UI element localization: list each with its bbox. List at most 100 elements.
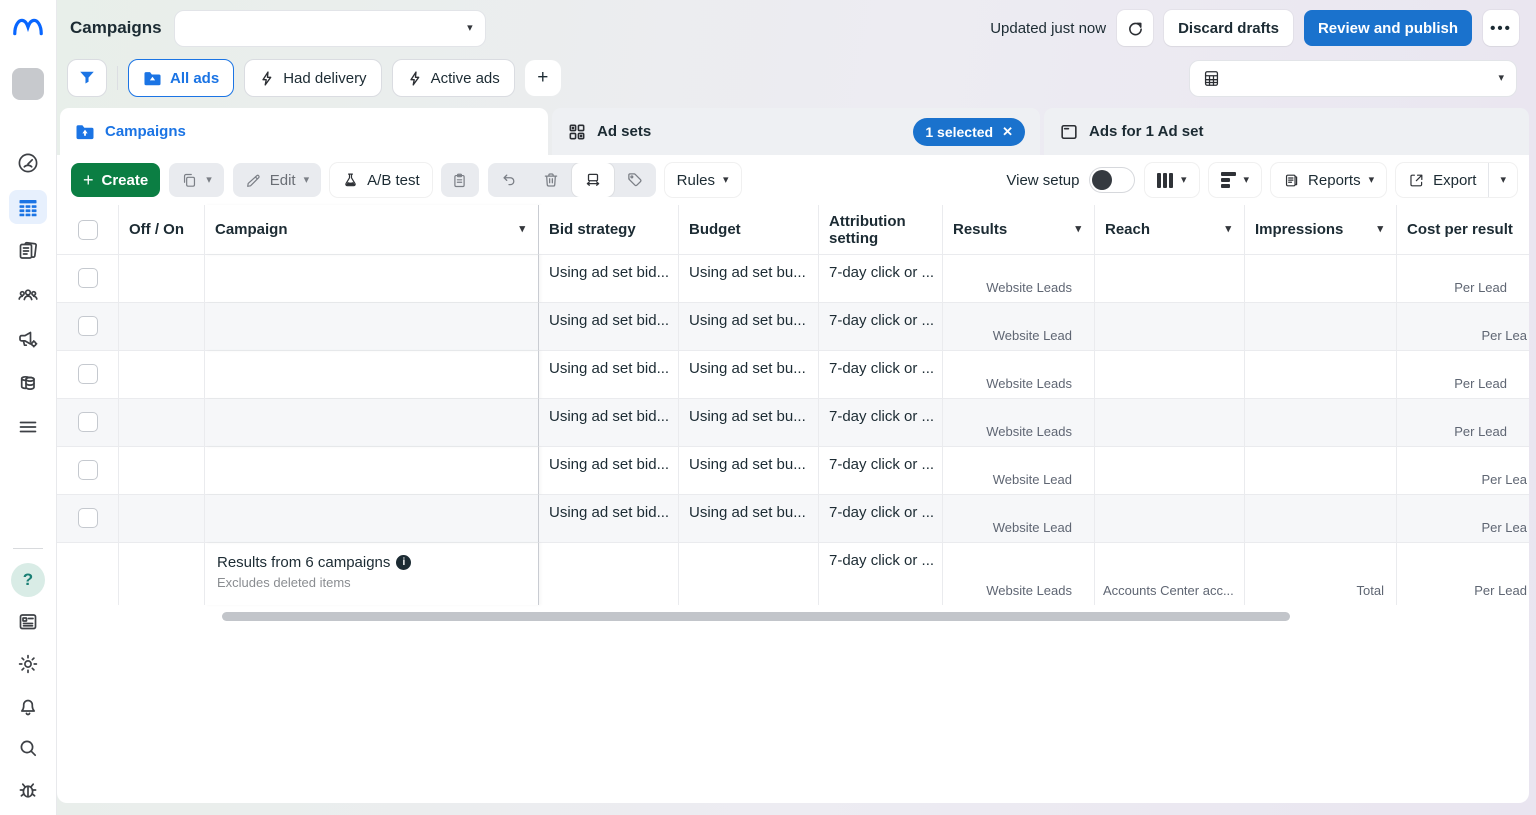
sidebar-item-ads-manager[interactable] <box>9 190 47 224</box>
sidebar-item-search[interactable] <box>9 731 47 765</box>
page-title: Campaigns <box>70 18 162 38</box>
row-checkbox[interactable] <box>78 316 98 336</box>
cell-attribution: 7-day click or ... <box>819 303 943 351</box>
cell-budget: Using ad set bu... <box>679 303 819 351</box>
table-row[interactable]: Using ad set bid... Using ad set bu... 7… <box>57 255 1529 303</box>
delete-button[interactable] <box>530 163 572 197</box>
cell-off-on[interactable] <box>119 255 205 303</box>
filter-bar: All ads Had delivery Active ads + ▾ <box>57 56 1529 100</box>
column-header-results[interactable]: Results ▾ <box>943 205 1095 255</box>
view-setup-toggle[interactable] <box>1089 167 1135 193</box>
refresh-button[interactable] <box>1117 10 1153 46</box>
sidebar-item-pages[interactable] <box>9 234 47 268</box>
info-icon[interactable]: i <box>396 555 411 570</box>
cell-off-on[interactable] <box>119 495 205 543</box>
cell-campaign[interactable] <box>205 303 539 351</box>
tab-campaigns[interactable]: Campaigns <box>60 108 548 155</box>
cell-off-on[interactable] <box>119 351 205 399</box>
chevron-down-icon: ▾ <box>467 23 473 34</box>
edit-button[interactable]: Edit ▾ <box>233 163 321 197</box>
column-header-campaign[interactable]: Campaign ▾ <box>205 205 539 255</box>
column-header-reach[interactable]: Reach ▾ <box>1095 205 1245 255</box>
view-setup-control: View setup <box>1006 167 1135 193</box>
megaphone-icon <box>16 327 40 351</box>
cell-campaign[interactable] <box>205 351 539 399</box>
column-header-attribution[interactable]: Attribution setting <box>819 205 943 255</box>
cell-off-on[interactable] <box>119 447 205 495</box>
export-button[interactable]: Export <box>1396 163 1488 197</box>
sidebar-item-updates[interactable] <box>9 605 47 639</box>
column-header-bid-strategy[interactable]: Bid strategy <box>539 205 679 255</box>
cell-off-on[interactable] <box>119 399 205 447</box>
pages-icon <box>16 239 40 263</box>
row-checkbox[interactable] <box>78 268 98 288</box>
sidebar-item-overview[interactable] <box>9 146 47 180</box>
create-button[interactable]: + Create <box>71 163 160 197</box>
sidebar-item-audiences[interactable] <box>9 278 47 312</box>
row-checkbox[interactable] <box>78 364 98 384</box>
cell-campaign[interactable] <box>205 447 539 495</box>
divider <box>117 66 118 90</box>
updated-status: Updated just now <box>990 20 1106 37</box>
discard-drafts-button[interactable]: Discard drafts <box>1164 10 1293 46</box>
column-label: Reach <box>1105 221 1150 238</box>
table-row[interactable]: Using ad set bid... Using ad set bu... 7… <box>57 447 1529 495</box>
meta-logo-icon[interactable] <box>11 12 45 42</box>
cell-bid-strategy: Using ad set bid... <box>539 303 679 351</box>
table-row[interactable]: Using ad set bid... Using ad set bu... 7… <box>57 303 1529 351</box>
rules-button[interactable]: Rules ▾ <box>665 163 741 197</box>
filters-button[interactable] <box>67 59 107 97</box>
columns-button[interactable]: ▾ <box>1145 163 1198 197</box>
ab-test-button[interactable]: A/B test <box>330 163 432 197</box>
sidebar-item-all-tools[interactable] <box>9 410 47 444</box>
campaign-scope-select[interactable]: ▾ <box>174 10 486 47</box>
sidebar-item-settings[interactable] <box>9 647 47 681</box>
column-header-off-on[interactable]: Off / On <box>119 205 205 255</box>
sidebar-item-notifications[interactable] <box>9 689 47 723</box>
sidebar-item-ads[interactable] <box>9 322 47 356</box>
sidebar-item-report-bug[interactable] <box>9 773 47 807</box>
column-header-budget[interactable]: Budget <box>679 205 819 255</box>
create-label: Create <box>102 172 149 189</box>
add-filter-tab-button[interactable]: + <box>525 60 561 96</box>
reports-button[interactable]: Reports ▾ <box>1271 163 1386 197</box>
tab-ads[interactable]: Ads for 1 Ad set <box>1044 108 1529 155</box>
filter-tab-all-ads[interactable]: All ads <box>128 59 234 97</box>
filter-tab-had-delivery[interactable]: Had delivery <box>244 59 381 97</box>
tab-ad-sets[interactable]: Ad sets 1 selected ✕ <box>552 108 1040 155</box>
column-header-cost-per-result[interactable]: Cost per result <box>1397 205 1529 255</box>
tag-button[interactable] <box>614 163 656 197</box>
table-row[interactable]: Using ad set bid... Using ad set bu... 7… <box>57 351 1529 399</box>
help-button[interactable]: ? <box>11 563 45 597</box>
row-checkbox[interactable] <box>78 508 98 528</box>
cell-campaign[interactable] <box>205 495 539 543</box>
filter-tab-active-ads[interactable]: Active ads <box>392 59 515 97</box>
row-checkbox[interactable] <box>78 460 98 480</box>
selected-count-badge[interactable]: 1 selected ✕ <box>913 118 1025 146</box>
review-and-publish-button[interactable]: Review and publish <box>1304 10 1472 46</box>
paste-button[interactable] <box>441 163 479 197</box>
column-header-impressions[interactable]: Impressions ▾ <box>1245 205 1397 255</box>
cell-impressions <box>1245 351 1397 399</box>
close-icon[interactable]: ✕ <box>1002 124 1013 140</box>
preview-button[interactable] <box>572 163 614 197</box>
more-options-button[interactable]: ••• <box>1483 10 1519 46</box>
breakdown-button[interactable]: ▾ <box>1209 163 1262 197</box>
export-options-button[interactable]: ▾ <box>1488 163 1517 197</box>
ad-sets-grid-icon <box>567 122 587 142</box>
horizontal-scrollbar[interactable] <box>222 612 1290 621</box>
sidebar-item-billing[interactable] <box>9 366 47 400</box>
summary-reach: Accounts Center acc... <box>1095 543 1245 605</box>
cell-off-on[interactable] <box>119 303 205 351</box>
row-checkbox[interactable] <box>78 412 98 432</box>
select-all-checkbox[interactable] <box>78 220 98 240</box>
ad-account-select[interactable]: ▾ <box>1189 60 1517 97</box>
table-row[interactable]: Using ad set bid... Using ad set bu... 7… <box>57 495 1529 543</box>
business-avatar[interactable] <box>12 68 44 100</box>
cell-campaign[interactable] <box>205 255 539 303</box>
undo-button[interactable] <box>488 163 530 197</box>
duplicate-button[interactable]: ▾ <box>169 163 224 197</box>
table-row[interactable]: Using ad set bid... Using ad set bu... 7… <box>57 399 1529 447</box>
reports-label: Reports <box>1308 172 1361 189</box>
cell-campaign[interactable] <box>205 399 539 447</box>
